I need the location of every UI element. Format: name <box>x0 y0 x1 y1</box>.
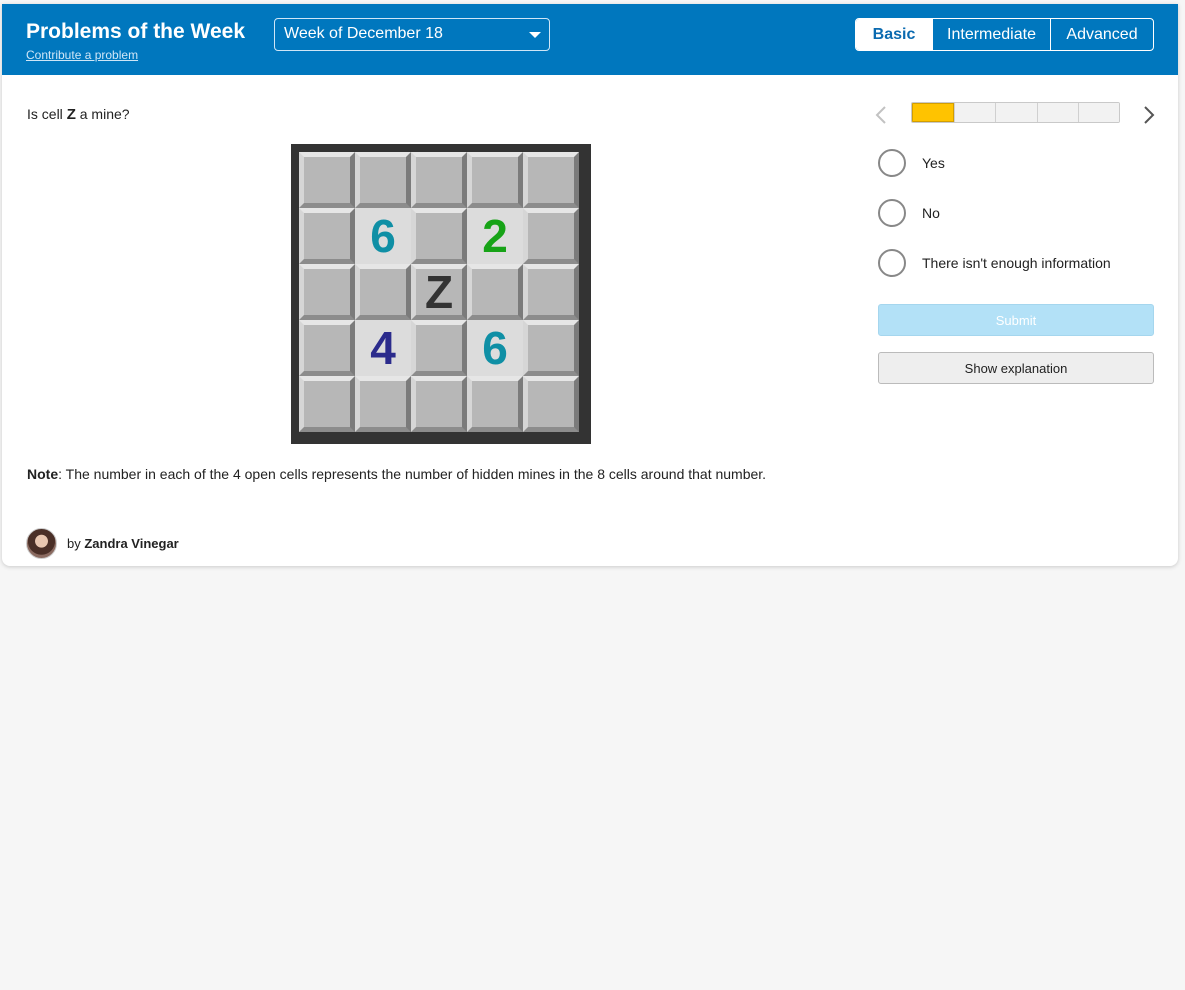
note-body: : The number in each of the 4 open cells… <box>58 466 767 482</box>
level-tabs: Basic Intermediate Advanced <box>855 18 1154 51</box>
question-variable: Z <box>66 106 76 123</box>
hidden-cell <box>299 376 355 432</box>
week-select-value: Week of December 18 <box>284 25 443 42</box>
note-label: Note <box>27 466 59 482</box>
author-credit: by Zandra Vinegar <box>26 528 179 559</box>
question-prefix: Is cell <box>27 106 67 122</box>
progress-segment <box>912 103 955 122</box>
author-text: by Zandra Vinegar <box>67 536 179 551</box>
hidden-cell <box>411 376 467 432</box>
caret-down-icon <box>529 32 541 38</box>
page-title: Problems of the Week <box>26 20 246 43</box>
option-label: There isn't enough information <box>922 255 1111 271</box>
avatar <box>26 528 57 559</box>
option-label: No <box>922 205 940 221</box>
hidden-cell <box>299 208 355 264</box>
hidden-cell <box>355 264 411 320</box>
chevron-right-icon[interactable] <box>1142 104 1160 124</box>
hidden-cell <box>411 208 467 264</box>
hidden-cell <box>355 152 411 208</box>
option-yes[interactable]: Yes <box>878 149 945 177</box>
tab-basic[interactable]: Basic <box>856 19 932 50</box>
week-select[interactable]: Week of December 18 <box>274 18 550 51</box>
option-not-enough-info[interactable]: There isn't enough information <box>878 249 1111 277</box>
option-label: Yes <box>922 155 945 171</box>
board-grid: 62Z46 <box>299 152 583 432</box>
question-suffix: a mine? <box>75 106 130 122</box>
note-text: Note: The number in each of the 4 open c… <box>27 466 766 482</box>
tab-advanced[interactable]: Advanced <box>1050 19 1153 50</box>
radio-button[interactable] <box>878 249 906 277</box>
progress-segment <box>954 103 996 122</box>
open-cell: 4 <box>355 320 411 376</box>
hidden-cell <box>523 152 579 208</box>
header-bar: Problems of the Week Contribute a proble… <box>2 4 1178 75</box>
hidden-cell <box>299 152 355 208</box>
open-cell: 6 <box>355 208 411 264</box>
hidden-cell <box>467 264 523 320</box>
radio-button[interactable] <box>878 149 906 177</box>
progress-segment <box>995 103 1037 122</box>
hidden-cell <box>467 376 523 432</box>
hidden-cell <box>523 376 579 432</box>
problem-card: Problems of the Week Contribute a proble… <box>2 4 1178 566</box>
hidden-cell <box>523 264 579 320</box>
progress-bar <box>911 102 1120 123</box>
tab-intermediate[interactable]: Intermediate <box>932 19 1050 50</box>
progress-segment <box>1036 103 1078 122</box>
cell-label: Z <box>424 266 454 318</box>
open-cell: 2 <box>467 208 523 264</box>
author-by: by <box>67 536 85 551</box>
cell-z: Z <box>411 264 467 320</box>
option-no[interactable]: No <box>878 199 940 227</box>
submit-button[interactable]: Submit <box>878 304 1154 336</box>
hidden-cell <box>523 208 579 264</box>
minesweeper-board: 62Z46 <box>291 144 591 444</box>
chevron-left-icon[interactable] <box>874 104 892 124</box>
hidden-cell <box>523 320 579 376</box>
hidden-cell <box>411 152 467 208</box>
author-name[interactable]: Zandra Vinegar <box>84 536 178 551</box>
hidden-cell <box>299 264 355 320</box>
hidden-cell <box>355 376 411 432</box>
radio-button[interactable] <box>878 199 906 227</box>
hidden-cell <box>411 320 467 376</box>
open-cell: 6 <box>467 320 523 376</box>
show-explanation-button[interactable]: Show explanation <box>878 352 1154 384</box>
hidden-cell <box>299 320 355 376</box>
contribute-link[interactable]: Contribute a problem <box>26 48 138 62</box>
hidden-cell <box>467 152 523 208</box>
progress-segment <box>1077 103 1119 122</box>
question-text: Is cell Z a mine? <box>27 106 130 123</box>
